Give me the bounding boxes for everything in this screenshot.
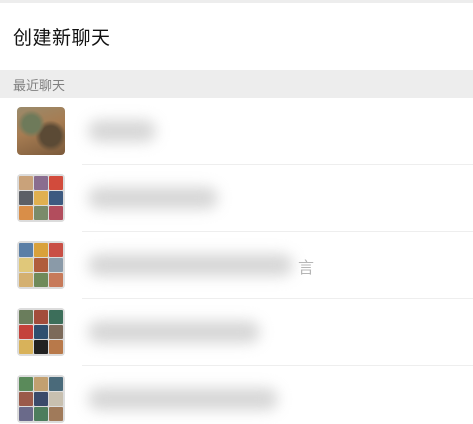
member-avatar-tile <box>49 273 63 287</box>
member-avatar-tile <box>49 392 63 406</box>
create-new-chat-label: 创建新聊天 <box>13 27 111 49</box>
member-avatar-tile <box>19 273 33 287</box>
member-avatar-tile <box>49 176 63 190</box>
chat-avatar <box>17 107 65 155</box>
member-avatar-tile <box>19 325 33 339</box>
chat-row-2[interactable] <box>0 165 473 232</box>
member-avatar-tile <box>19 392 33 406</box>
group-chat-avatar <box>17 375 65 423</box>
member-avatar-tile <box>34 273 48 287</box>
member-avatar-tile <box>49 243 63 257</box>
new-chat-screen: 创建新聊天 最近聊天 言 <box>0 0 473 424</box>
member-avatar-tile <box>19 377 33 391</box>
member-avatar-tile <box>34 176 48 190</box>
member-avatar-tile <box>34 243 48 257</box>
chat-row-5[interactable] <box>0 366 473 424</box>
member-avatar-tile <box>19 407 33 421</box>
member-avatar-tile <box>19 310 33 324</box>
member-avatar-tile <box>49 340 63 354</box>
chat-row-4[interactable] <box>0 299 473 366</box>
member-avatar-tile <box>49 258 63 272</box>
recent-chat-list: 言 <box>0 98 473 424</box>
member-avatar-tile <box>19 340 33 354</box>
member-avatar-tile <box>49 310 63 324</box>
group-chat-avatar <box>17 174 65 222</box>
member-avatar-tile <box>34 258 48 272</box>
member-avatar-tile <box>34 325 48 339</box>
recent-chats-header: 最近聊天 <box>0 70 473 98</box>
member-avatar-tile <box>49 206 63 220</box>
chat-row-1[interactable] <box>0 98 473 165</box>
member-avatar-tile <box>49 325 63 339</box>
member-avatar-tile <box>34 340 48 354</box>
create-new-chat-button[interactable]: 创建新聊天 <box>0 3 473 70</box>
member-avatar-tile <box>34 377 48 391</box>
group-chat-avatar <box>17 308 65 356</box>
member-avatar-tile <box>19 176 33 190</box>
blurred-chat-name <box>88 388 278 410</box>
member-avatar-tile <box>34 407 48 421</box>
chat-name-visible-fragment: 言 <box>298 258 315 277</box>
member-avatar-tile <box>49 191 63 205</box>
member-avatar-tile <box>19 191 33 205</box>
blurred-chat-name <box>88 254 293 276</box>
member-avatar-tile <box>34 310 48 324</box>
member-avatar-tile <box>34 206 48 220</box>
blurred-chat-name <box>88 187 218 209</box>
member-avatar-tile <box>49 377 63 391</box>
member-avatar-tile <box>19 206 33 220</box>
member-avatar-tile <box>19 243 33 257</box>
blurred-chat-name <box>88 120 156 142</box>
blurred-chat-name <box>88 321 260 343</box>
group-chat-avatar <box>17 241 65 289</box>
member-avatar-tile <box>49 407 63 421</box>
member-avatar-tile <box>34 191 48 205</box>
member-avatar-tile <box>34 392 48 406</box>
recent-chats-title: 最近聊天 <box>13 78 66 94</box>
member-avatar-tile <box>19 258 33 272</box>
chat-row-3[interactable]: 言 <box>0 232 473 299</box>
